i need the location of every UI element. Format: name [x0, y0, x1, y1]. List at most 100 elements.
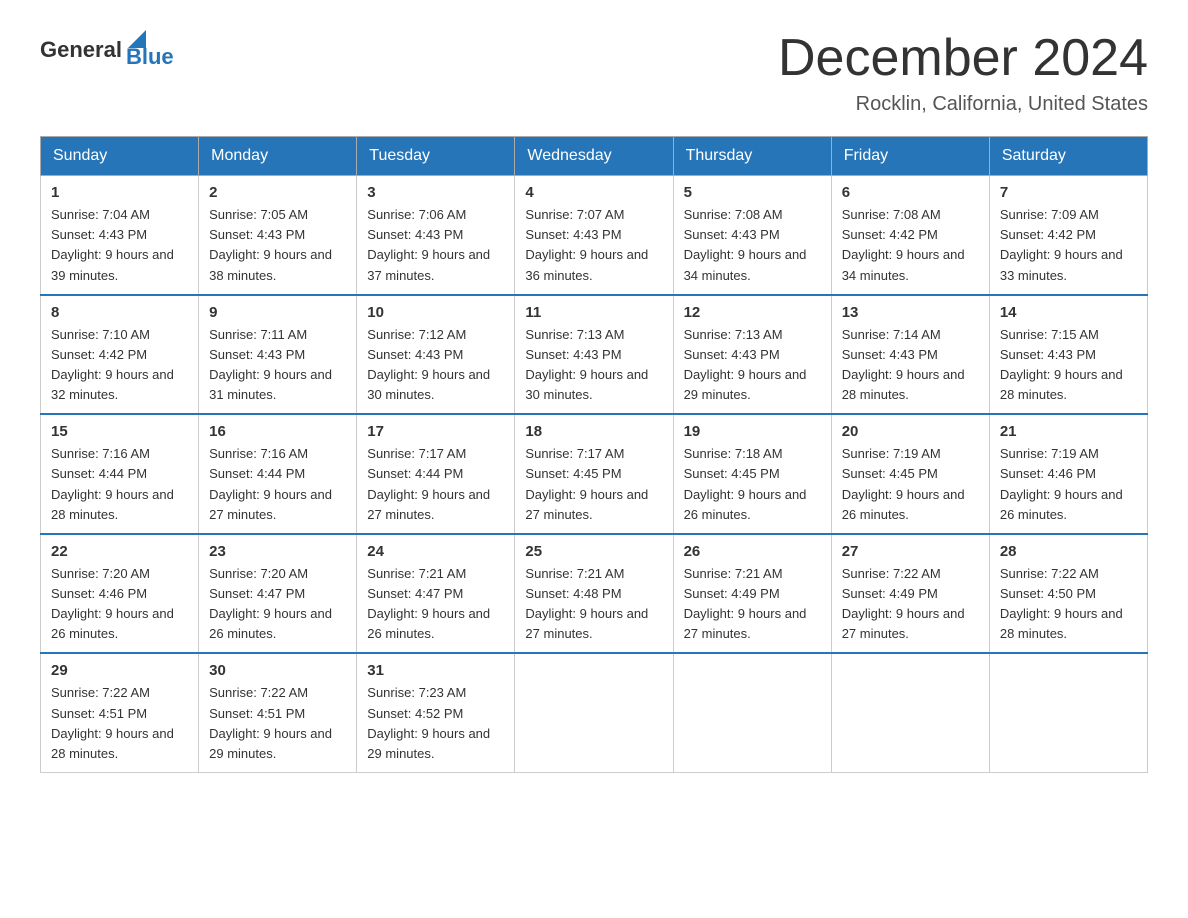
calendar-day-cell: 20Sunrise: 7:19 AMSunset: 4:45 PMDayligh… — [831, 414, 989, 534]
weekday-header-monday: Monday — [199, 137, 357, 176]
day-number: 27 — [842, 543, 979, 560]
day-info: Sunrise: 7:22 AMSunset: 4:51 PMDaylight:… — [51, 683, 188, 764]
day-info: Sunrise: 7:18 AMSunset: 4:45 PMDaylight:… — [684, 444, 821, 525]
calendar-day-cell: 15Sunrise: 7:16 AMSunset: 4:44 PMDayligh… — [41, 414, 199, 534]
day-number: 13 — [842, 304, 979, 321]
day-number: 28 — [1000, 543, 1137, 560]
day-number: 18 — [525, 423, 662, 440]
calendar-day-cell: 8Sunrise: 7:10 AMSunset: 4:42 PMDaylight… — [41, 295, 199, 415]
day-info: Sunrise: 7:22 AMSunset: 4:51 PMDaylight:… — [209, 683, 346, 764]
day-info: Sunrise: 7:20 AMSunset: 4:46 PMDaylight:… — [51, 564, 188, 645]
day-number: 7 — [1000, 184, 1137, 201]
calendar-day-cell: 22 Sunrise: 7:20 AMSunset: 4:46 PMDayligh… — [41, 534, 199, 654]
day-info: Sunrise: 7:17 AMSunset: 4:44 PMDaylight:… — [367, 444, 504, 525]
calendar-day-cell: 16 Sunrise: 7:16 AMSunset: 4:44 PMDayligh… — [199, 414, 357, 534]
weekday-header-tuesday: Tuesday — [357, 137, 515, 176]
calendar-day-cell — [831, 653, 989, 772]
day-number: 29 — [51, 662, 188, 679]
calendar-day-cell: 30Sunrise: 7:22 AMSunset: 4:51 PMDayligh… — [199, 653, 357, 772]
month-title: December 2024 — [778, 30, 1148, 87]
calendar-day-cell: 31 Sunrise: 7:23 AMSunset: 4:52 PMDayligh… — [357, 653, 515, 772]
title-area: December 2024 Rocklin, California, Unite… — [778, 30, 1148, 116]
day-info: Sunrise: 7:15 AMSunset: 4:43 PMDaylight:… — [1000, 325, 1137, 406]
day-info: Sunrise: 7:17 AMSunset: 4:45 PMDaylight:… — [525, 444, 662, 525]
calendar-day-cell: 14Sunrise: 7:15 AMSunset: 4:43 PMDayligh… — [989, 295, 1147, 415]
day-info: Sunrise: 7:08 AMSunset: 4:42 PMDaylight:… — [842, 205, 979, 286]
calendar-day-cell: 17 Sunrise: 7:17 AMSunset: 4:44 PMDayligh… — [357, 414, 515, 534]
day-info: Sunrise: 7:16 AMSunset: 4:44 PMDaylight:… — [209, 444, 346, 525]
day-info: Sunrise: 7:21 AMSunset: 4:48 PMDaylight:… — [525, 564, 662, 645]
calendar-week-row: 22 Sunrise: 7:20 AMSunset: 4:46 PMDayligh… — [41, 534, 1148, 654]
day-number: 4 — [525, 184, 662, 201]
calendar-day-cell: 5Sunrise: 7:08 AMSunset: 4:43 PMDaylight… — [673, 176, 831, 295]
calendar-day-cell: 24Sunrise: 7:21 AMSunset: 4:47 PMDayligh… — [357, 534, 515, 654]
calendar-week-row: 1 Sunrise: 7:04 AMSunset: 4:43 PMDaylight… — [41, 176, 1148, 295]
day-info: Sunrise: 7:20 AMSunset: 4:47 PMDaylight:… — [209, 564, 346, 645]
calendar-header-row: SundayMondayTuesdayWednesdayThursdayFrid… — [41, 137, 1148, 176]
day-number: 21 — [1000, 423, 1137, 440]
calendar-day-cell — [989, 653, 1147, 772]
calendar-day-cell: 11 Sunrise: 7:13 AMSunset: 4:43 PMDayligh… — [515, 295, 673, 415]
day-number: 5 — [684, 184, 821, 201]
day-info: Sunrise: 7:10 AMSunset: 4:42 PMDaylight:… — [51, 325, 188, 406]
day-info: Sunrise: 7:22 AMSunset: 4:50 PMDaylight:… — [1000, 564, 1137, 645]
calendar-day-cell: 2Sunrise: 7:05 AMSunset: 4:43 PMDaylight… — [199, 176, 357, 295]
day-number: 26 — [684, 543, 821, 560]
calendar-day-cell: 23 Sunrise: 7:20 AMSunset: 4:47 PMDayligh… — [199, 534, 357, 654]
location-subtitle: Rocklin, California, United States — [778, 93, 1148, 116]
calendar-day-cell: 29 Sunrise: 7:22 AMSunset: 4:51 PMDayligh… — [41, 653, 199, 772]
day-number: 23 — [209, 543, 346, 560]
day-info: Sunrise: 7:21 AMSunset: 4:49 PMDaylight:… — [684, 564, 821, 645]
calendar-day-cell: 28 Sunrise: 7:22 AMSunset: 4:50 PMDayligh… — [989, 534, 1147, 654]
calendar-day-cell — [673, 653, 831, 772]
calendar-day-cell: 4 Sunrise: 7:07 AMSunset: 4:43 PMDaylight… — [515, 176, 673, 295]
day-number: 3 — [367, 184, 504, 201]
logo-text-blue: Blue — [126, 44, 174, 70]
day-info: Sunrise: 7:11 AMSunset: 4:43 PMDaylight:… — [209, 325, 346, 406]
day-number: 17 — [367, 423, 504, 440]
page-header: General Blue December 2024 Rocklin, Cali… — [40, 30, 1148, 116]
day-number: 31 — [367, 662, 504, 679]
calendar-table: SundayMondayTuesdayWednesdayThursdayFrid… — [40, 136, 1148, 773]
calendar-day-cell: 1 Sunrise: 7:04 AMSunset: 4:43 PMDaylight… — [41, 176, 199, 295]
day-info: Sunrise: 7:23 AMSunset: 4:52 PMDaylight:… — [367, 683, 504, 764]
weekday-header-saturday: Saturday — [989, 137, 1147, 176]
day-number: 25 — [525, 543, 662, 560]
calendar-week-row: 15 Sunrise: 7:16 AMSunset: 4:44 PMDayligh… — [41, 414, 1148, 534]
day-number: 10 — [367, 304, 504, 321]
calendar-week-row: 29 Sunrise: 7:22 AMSunset: 4:51 PMDayligh… — [41, 653, 1148, 772]
day-info: Sunrise: 7:06 AMSunset: 4:43 PMDaylight:… — [367, 205, 504, 286]
day-number: 19 — [684, 423, 821, 440]
calendar-day-cell: 12Sunrise: 7:13 AMSunset: 4:43 PMDayligh… — [673, 295, 831, 415]
logo: General Blue — [40, 30, 174, 70]
calendar-day-cell: 25 Sunrise: 7:21 AMSunset: 4:48 PMDayligh… — [515, 534, 673, 654]
day-number: 22 — [51, 543, 188, 560]
day-number: 12 — [684, 304, 821, 321]
day-info: Sunrise: 7:22 AMSunset: 4:49 PMDaylight:… — [842, 564, 979, 645]
weekday-header-friday: Friday — [831, 137, 989, 176]
weekday-header-thursday: Thursday — [673, 137, 831, 176]
day-number: 11 — [525, 304, 662, 321]
weekday-header-sunday: Sunday — [41, 137, 199, 176]
calendar-day-cell: 7 Sunrise: 7:09 AMSunset: 4:42 PMDaylight… — [989, 176, 1147, 295]
calendar-day-cell: 21 Sunrise: 7:19 AMSunset: 4:46 PMDayligh… — [989, 414, 1147, 534]
day-number: 6 — [842, 184, 979, 201]
day-number: 16 — [209, 423, 346, 440]
calendar-day-cell: 9Sunrise: 7:11 AMSunset: 4:43 PMDaylight… — [199, 295, 357, 415]
weekday-header-wednesday: Wednesday — [515, 137, 673, 176]
day-info: Sunrise: 7:13 AMSunset: 4:43 PMDaylight:… — [525, 325, 662, 406]
day-info: Sunrise: 7:21 AMSunset: 4:47 PMDaylight:… — [367, 564, 504, 645]
day-info: Sunrise: 7:12 AMSunset: 4:43 PMDaylight:… — [367, 325, 504, 406]
day-number: 2 — [209, 184, 346, 201]
calendar-day-cell: 26 Sunrise: 7:21 AMSunset: 4:49 PMDayligh… — [673, 534, 831, 654]
day-info: Sunrise: 7:04 AMSunset: 4:43 PMDaylight:… — [51, 205, 188, 286]
day-info: Sunrise: 7:09 AMSunset: 4:42 PMDaylight:… — [1000, 205, 1137, 286]
day-info: Sunrise: 7:07 AMSunset: 4:43 PMDaylight:… — [525, 205, 662, 286]
calendar-day-cell — [515, 653, 673, 772]
day-info: Sunrise: 7:19 AMSunset: 4:46 PMDaylight:… — [1000, 444, 1137, 525]
calendar-day-cell: 19 Sunrise: 7:18 AMSunset: 4:45 PMDayligh… — [673, 414, 831, 534]
day-info: Sunrise: 7:19 AMSunset: 4:45 PMDaylight:… — [842, 444, 979, 525]
day-info: Sunrise: 7:14 AMSunset: 4:43 PMDaylight:… — [842, 325, 979, 406]
day-number: 15 — [51, 423, 188, 440]
day-number: 1 — [51, 184, 188, 201]
